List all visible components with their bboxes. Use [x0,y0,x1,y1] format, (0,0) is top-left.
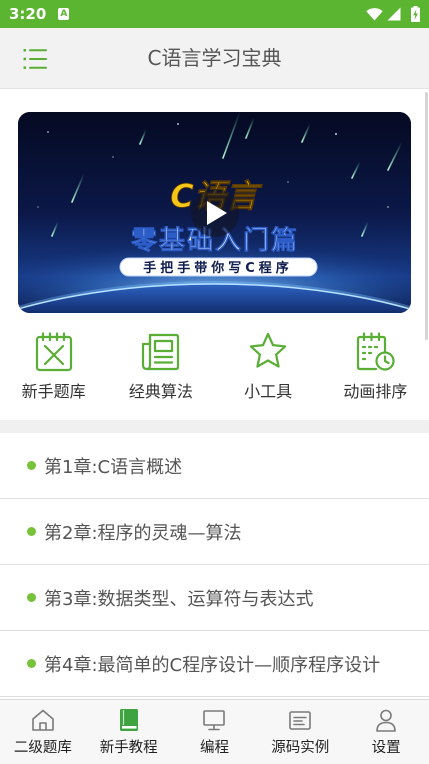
wifi-icon [366,7,383,21]
app-bar: C语言学习宝典 [0,28,429,89]
quick-action-label: 新手题库 [21,382,86,401]
user-icon [373,707,399,733]
monitor-icon [201,707,227,733]
battery-charging-icon [411,6,420,22]
nav-label: 二级题库 [13,740,72,756]
list-icon [23,48,47,70]
nav-item-source-examples[interactable]: 源码实例 [257,700,343,764]
star-icon [247,331,289,373]
quick-action-tools[interactable]: 小工具 [215,331,322,413]
quick-action-label: 经典算法 [128,382,193,401]
app-notification-icon: A [58,8,70,20]
chapter-title: 第3章:数据类型、运算符与表达式 [44,588,314,610]
quiz-icon [33,331,75,373]
bottom-nav: 二级题库 新手教程 编程 源码实例 设置 [0,699,429,764]
nav-label: 设置 [371,740,401,756]
course-banner[interactable]: C语言 零基础入门篇 手把手带你写C程序 [18,112,411,313]
nav-label: 新手教程 [99,740,158,756]
nav-label: 编程 [199,740,229,756]
nav-item-exam-bank[interactable]: 二级题库 [0,700,86,764]
scrollbar[interactable] [425,92,428,340]
banner-tagline: 手把手带你写C程序 [143,260,293,276]
bullet-dot [27,659,36,668]
app-screen: 3:20 A C语言学习宝典 零基础入门篇 手把手带你写C程序 新手题库 经典算… [0,0,429,764]
chapter-title: 第2章:程序的灵魂—算法 [44,522,242,544]
quick-action-label: 小工具 [244,382,293,401]
chapter-item[interactable]: 第1章:C语言概述 [0,433,429,499]
book-icon [116,707,142,733]
bullet-dot [27,527,36,536]
section-divider [0,420,429,433]
status-icons [366,6,420,22]
code-window-icon [287,707,313,733]
status-bar: 3:20 A [0,0,429,28]
chapter-title: 第1章:C语言概述 [44,456,183,478]
newspaper-icon [140,331,182,373]
quick-action-animated-sort[interactable]: 动画排序 [322,331,429,413]
status-time: 3:20 [9,5,47,23]
signal-icon [387,7,401,21]
play-icon[interactable] [191,189,239,237]
chapter-item[interactable]: 第4章:最简单的C程序设计—顺序程序设计 [0,631,429,697]
home-icon [30,707,56,733]
nav-item-tutorial[interactable]: 新手教程 [86,700,172,764]
quick-actions: 新手题库 经典算法 小工具 动画排序 [0,331,429,413]
bullet-dot [27,461,36,470]
chapter-title: 第4章:最简单的C程序设计—顺序程序设计 [44,654,381,676]
chapter-list: 第1章:C语言概述 第2章:程序的灵魂—算法 第3章:数据类型、运算符与表达式 … [0,433,429,697]
nav-item-settings[interactable]: 设置 [343,700,429,764]
chapter-item[interactable]: 第3章:数据类型、运算符与表达式 [0,565,429,631]
chapter-item[interactable]: 第2章:程序的灵魂—算法 [0,499,429,565]
calendar-clock-icon [354,331,396,373]
quick-action-label: 动画排序 [343,382,408,401]
menu-button[interactable] [18,42,52,76]
quick-action-beginner-quiz[interactable]: 新手题库 [0,331,107,413]
quick-action-classic-algorithms[interactable]: 经典算法 [107,331,214,413]
page-title: C语言学习宝典 [147,46,282,70]
bullet-dot [27,593,36,602]
nav-item-coding[interactable]: 编程 [172,700,258,764]
nav-label: 源码实例 [271,740,330,756]
